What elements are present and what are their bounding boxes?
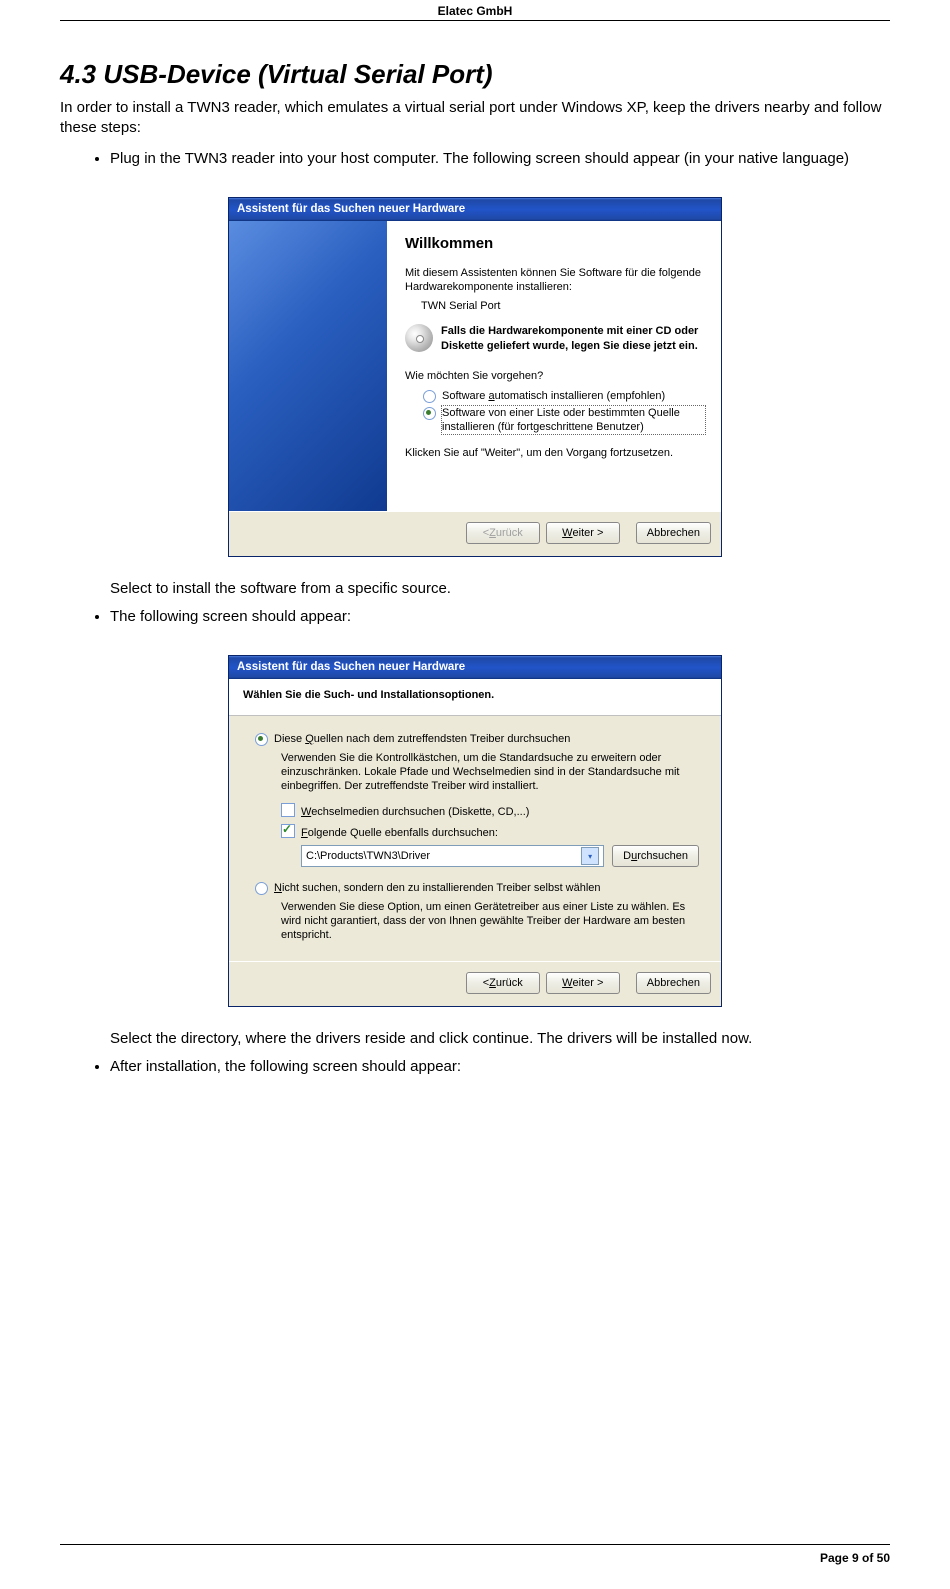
after-wizard1-text: Select to install the software from a sp… <box>110 579 890 599</box>
bullet-1: Plug in the TWN3 reader into your host c… <box>110 149 890 169</box>
click-next-text: Klicken Sie auf "Weiter", um den Vorgang… <box>405 446 705 460</box>
intro-text: In order to install a TWN3 reader, which… <box>60 98 890 139</box>
radio-specific-source[interactable]: Software von einer Liste oder bestimmten… <box>423 406 705 435</box>
cancel-button[interactable]: Abbrechen <box>636 972 711 994</box>
page-number: Page 9 of 50 <box>60 1551 890 1565</box>
path-combobox[interactable]: C:\Products\TWN3\Driver ▾ <box>301 845 604 867</box>
radio-icon <box>255 882 268 895</box>
radio-icon <box>423 407 436 420</box>
detected-device-name: TWN Serial Port <box>421 300 705 312</box>
wizard-sidebar-graphic <box>229 221 387 511</box>
cd-icon <box>405 324 433 352</box>
bullet-2: The following screen should appear: <box>110 607 890 627</box>
how-proceed-text: Wie möchten Sie vorgehen? <box>405 369 705 383</box>
check-removable-media[interactable]: Wechselmedien durchsuchen (Diskette, CD,… <box>281 803 699 818</box>
wizard-titlebar: Assistent für das Suchen neuer Hardware <box>229 656 721 679</box>
radio-label: Software automatisch installieren (empfo… <box>442 389 665 403</box>
wizard-button-bar: < Zurück Weiter > Abbrechen <box>229 511 721 556</box>
checkbox-icon <box>281 803 295 817</box>
wizard-subheading: Wählen Sie die Such- und Installationsop… <box>243 689 707 701</box>
checkbox-icon <box>281 824 295 838</box>
radio-label: Nicht suchen, sondern den zu installiere… <box>274 881 601 895</box>
after-wizard2-text: Select the directory, where the drivers … <box>110 1029 890 1049</box>
cancel-button[interactable]: Abbrechen <box>636 522 711 544</box>
radio-dont-search-desc: Verwenden Sie diese Option, um einen Ger… <box>281 900 699 943</box>
radio-auto-install[interactable]: Software automatisch installieren (empfo… <box>423 389 705 403</box>
radio-label: Software von einer Liste oder bestimmten… <box>442 406 705 435</box>
company-name: Elatec GmbH <box>60 0 890 20</box>
check-include-location[interactable]: Folgende Quelle ebenfalls durchsuchen: <box>281 824 699 839</box>
insert-media-hint: Falls die Hardwarekomponente mit einer C… <box>441 324 705 353</box>
wizard-button-bar: < Zurück Weiter > Abbrechen <box>229 961 721 1006</box>
chevron-down-icon[interactable]: ▾ <box>581 847 599 865</box>
page-footer: Page 9 of 50 <box>60 1544 890 1565</box>
back-button[interactable]: < Zurück <box>466 972 540 994</box>
browse-button[interactable]: Durchsuchen <box>612 845 699 867</box>
bullet-3: After installation, the following screen… <box>110 1057 890 1077</box>
radio-label: Diese Quellen nach dem zutreffendsten Tr… <box>274 732 570 746</box>
radio-search-sources[interactable]: Diese Quellen nach dem zutreffendsten Tr… <box>255 732 699 746</box>
header-rule <box>60 20 890 21</box>
wizard-intro-text: Mit diesem Assistenten können Sie Softwa… <box>405 266 705 295</box>
checkbox-label: Wechselmedien durchsuchen (Diskette, CD,… <box>301 806 529 818</box>
radio-search-sources-desc: Verwenden Sie die Kontrollkästchen, um d… <box>281 751 699 794</box>
wizard-welcome-dialog: Assistent für das Suchen neuer Hardware … <box>228 197 722 557</box>
next-button[interactable]: Weiter > <box>546 522 620 544</box>
wizard-titlebar: Assistent für das Suchen neuer Hardware <box>229 198 721 221</box>
section-title: 4.3 USB-Device (Virtual Serial Port) <box>60 59 890 90</box>
checkbox-label: Folgende Quelle ebenfalls durchsuchen: <box>301 827 498 839</box>
radio-icon <box>255 733 268 746</box>
wizard-heading: Willkommen <box>405 235 705 252</box>
footer-rule <box>60 1544 890 1545</box>
radio-dont-search[interactable]: Nicht suchen, sondern den zu installiere… <box>255 881 699 895</box>
radio-icon <box>423 390 436 403</box>
wizard-search-options-dialog: Assistent für das Suchen neuer Hardware … <box>228 655 722 1006</box>
back-button: < Zurück <box>466 522 540 544</box>
next-button[interactable]: Weiter > <box>546 972 620 994</box>
path-value: C:\Products\TWN3\Driver <box>306 850 430 862</box>
